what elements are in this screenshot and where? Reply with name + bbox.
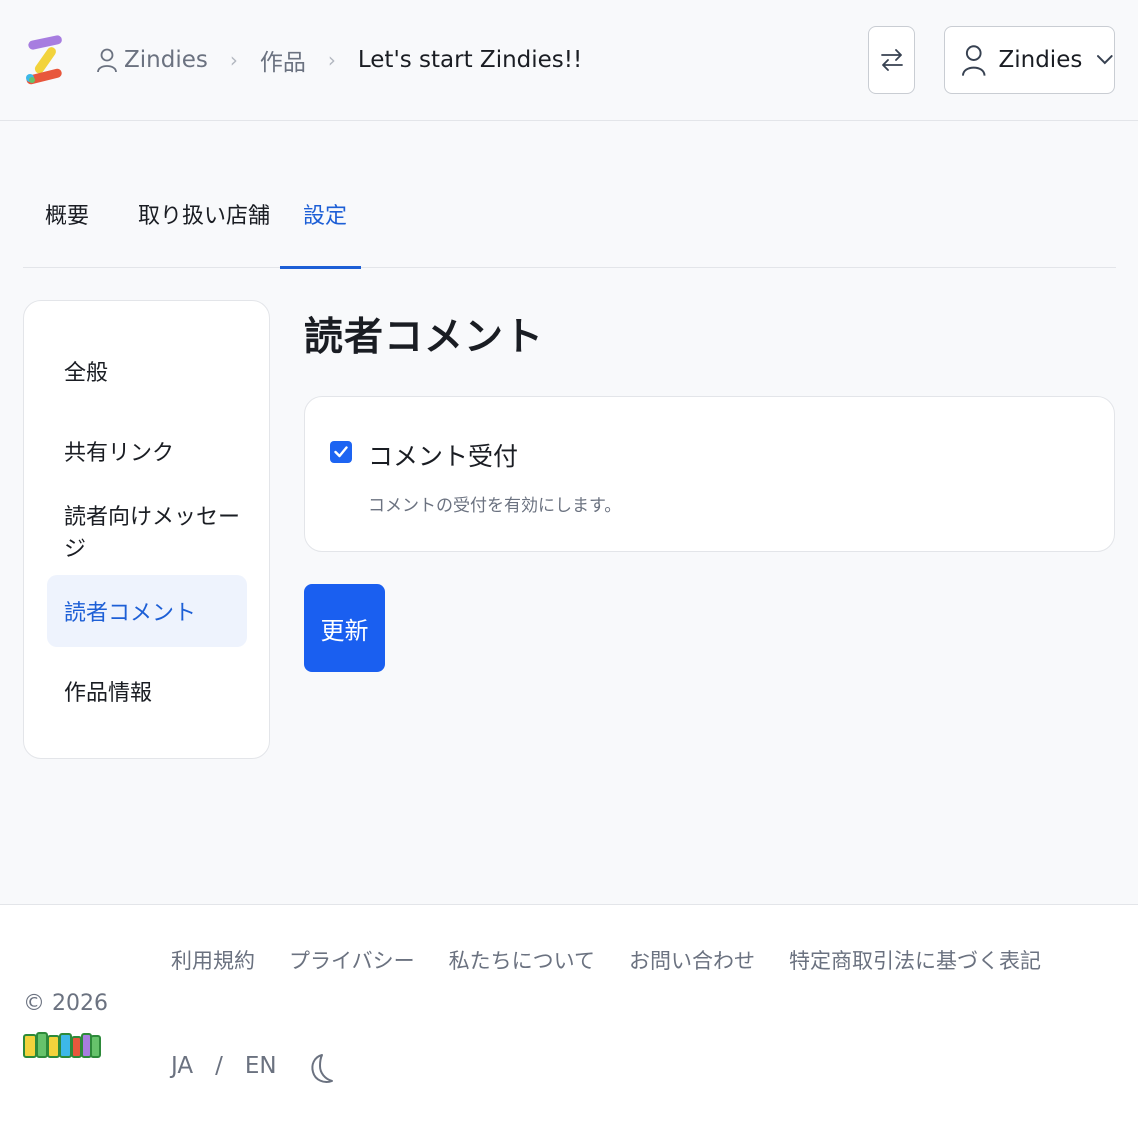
chevron-right-icon: › — [327, 48, 336, 72]
chevron-right-icon: › — [229, 48, 238, 72]
footer-links: 利用規約 プライバシー 私たちについて お問い合わせ 特定商取引法に基づく表記 — [171, 945, 1075, 975]
language-switcher: JA / EN — [171, 1053, 277, 1079]
user-icon — [961, 45, 986, 76]
footer-link-about[interactable]: 私たちについて — [449, 945, 595, 975]
breadcrumb-item-works[interactable]: 作品 — [260, 43, 306, 77]
breadcrumb: Zindies › 作品 › Let's start Zindies!! — [96, 40, 582, 80]
zindies-wordmark-logo — [23, 1032, 101, 1058]
tab-stores[interactable]: 取り扱い店舗 — [138, 198, 270, 230]
breadcrumb-item-account[interactable]: Zindies — [124, 47, 208, 73]
page-title: 読者コメント — [304, 315, 545, 360]
copyright: © 2026 — [23, 991, 108, 1016]
side-item-work-info[interactable]: 作品情報 — [47, 655, 247, 727]
swap-arrows-icon — [880, 49, 903, 71]
lang-separator: / — [215, 1053, 223, 1079]
tab-overview[interactable]: 概要 — [45, 198, 89, 230]
side-item-general[interactable]: 全般 — [47, 335, 247, 407]
tab-settings[interactable]: 設定 — [303, 198, 347, 230]
settings-side-menu: 全般 共有リンク 読者向けメッセージ 読者コメント 作品情報 — [23, 300, 270, 759]
side-item-reader-message[interactable]: 読者向けメッセージ — [47, 495, 247, 567]
moon-icon[interactable] — [308, 1051, 338, 1087]
zindies-logo[interactable] — [24, 34, 66, 86]
footer: 利用規約 プライバシー 私たちについて お問い合わせ 特定商取引法に基づく表記 … — [0, 904, 1138, 1138]
footer-link-privacy[interactable]: プライバシー — [289, 945, 415, 975]
update-button[interactable]: 更新 — [304, 584, 385, 672]
comment-accept-checkbox[interactable] — [330, 441, 352, 463]
active-tab-indicator — [280, 266, 361, 269]
breadcrumb-item-current: Let's start Zindies!! — [357, 47, 583, 73]
footer-link-legal[interactable]: 特定商取引法に基づく表記 — [789, 945, 1041, 975]
checkmark-icon — [334, 446, 348, 458]
lang-ja[interactable]: JA — [171, 1053, 193, 1079]
side-item-reader-comments[interactable]: 読者コメント — [47, 575, 247, 647]
comment-accept-label[interactable]: コメント受付 — [368, 437, 518, 473]
comment-setting-card: コメント受付 コメントの受付を有効にします。 — [304, 396, 1115, 552]
footer-link-contact[interactable]: お問い合わせ — [629, 945, 755, 975]
side-item-share-link[interactable]: 共有リンク — [47, 415, 247, 487]
chevron-down-icon — [1097, 55, 1114, 65]
account-menu-button[interactable]: Zindies — [944, 26, 1115, 94]
tab-bar: 概要 取り扱い店舗 設定 — [23, 176, 1116, 269]
footer-link-terms[interactable]: 利用規約 — [171, 945, 255, 975]
comment-accept-description: コメントの受付を有効にします。 — [368, 496, 622, 516]
account-name: Zindies — [998, 47, 1083, 73]
switch-button[interactable] — [868, 26, 915, 94]
user-icon — [97, 48, 117, 73]
lang-en[interactable]: EN — [245, 1053, 277, 1079]
top-bar: Zindies › 作品 › Let's start Zindies!! Zin… — [0, 0, 1138, 121]
